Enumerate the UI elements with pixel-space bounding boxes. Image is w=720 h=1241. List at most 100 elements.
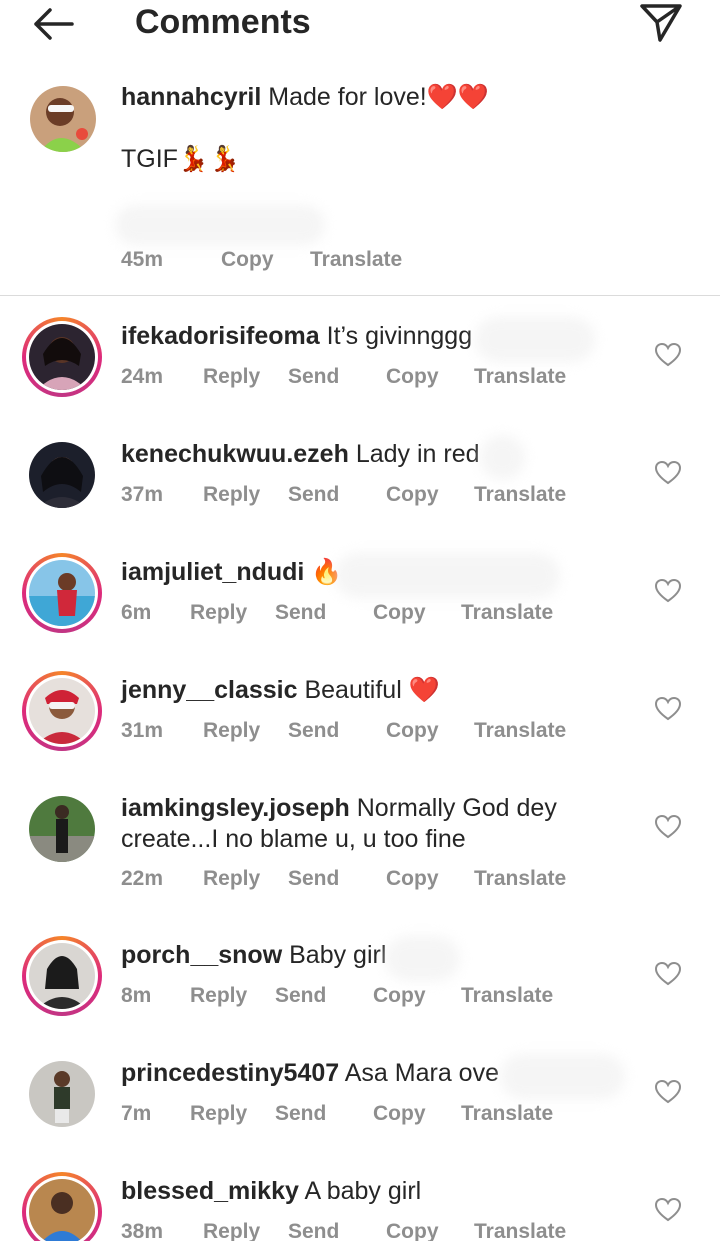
story-ring: [22, 553, 102, 633]
post-caption: hannahcyril Made for love!❤️❤️ TGIF💃💃 45…: [0, 70, 720, 296]
like-heart-icon[interactable]: [654, 814, 682, 840]
copy-button[interactable]: Copy: [386, 1220, 439, 1241]
comment-username[interactable]: ifekadorisifeoma: [121, 322, 320, 350]
back-arrow-icon[interactable]: [28, 2, 78, 46]
avatar[interactable]: [29, 560, 95, 626]
like-heart-icon[interactable]: [654, 696, 682, 722]
story-ring: [22, 671, 102, 751]
reply-button[interactable]: Reply: [203, 365, 260, 389]
like-heart-icon[interactable]: [654, 961, 682, 987]
comment-message: Asa Mara ove: [344, 1059, 499, 1087]
send-button[interactable]: Send: [288, 1220, 339, 1241]
send-button[interactable]: Send: [275, 601, 326, 625]
comment-text: iamkingsley.joseph Normally God dey: [121, 793, 557, 824]
comment-text: ifekadorisifeoma It’s givinnggg: [121, 321, 472, 352]
caption-time: 45m: [121, 248, 164, 271]
send-button[interactable]: Send: [288, 483, 339, 507]
comment-username[interactable]: iamjuliet_ndudi: [121, 558, 304, 586]
comment-item: blessed_mikky A baby girl 38m Reply Send…: [0, 1172, 720, 1241]
story-ring: [22, 936, 102, 1016]
comment-text: iamjuliet_ndudi 🔥: [121, 557, 342, 588]
comment-message: Beautiful ❤️: [304, 676, 440, 704]
avatar[interactable]: [30, 86, 96, 152]
copy-button[interactable]: Copy: [373, 1102, 426, 1126]
avatar[interactable]: [29, 442, 95, 508]
reply-button[interactable]: Reply: [190, 601, 247, 625]
translate-button[interactable]: Translate: [474, 1220, 566, 1241]
translate-button[interactable]: Translate: [461, 1102, 553, 1126]
like-heart-icon[interactable]: [654, 1197, 682, 1223]
translate-button[interactable]: Translate: [474, 867, 566, 891]
like-heart-icon[interactable]: [654, 1079, 682, 1105]
send-button[interactable]: Send: [288, 365, 339, 389]
translate-button[interactable]: Translate: [474, 365, 566, 389]
comment-time: 7m: [121, 1102, 152, 1125]
redacted-area: [500, 1054, 625, 1099]
reply-button[interactable]: Reply: [203, 1220, 260, 1241]
comment-username[interactable]: kenechukwuu.ezeh: [121, 440, 349, 468]
comment-message: It’s givinnggg: [326, 322, 473, 350]
story-ring: [22, 317, 102, 397]
comment-username[interactable]: blessed_mikky: [121, 1177, 299, 1205]
redacted-area: [475, 317, 595, 362]
reply-button[interactable]: Reply: [203, 719, 260, 743]
comment-message: Baby girl: [289, 941, 387, 969]
comment-time: 6m: [121, 601, 152, 624]
comment-text: jenny__classic Beautiful ❤️: [121, 675, 440, 706]
avatar[interactable]: [29, 796, 95, 862]
avatar[interactable]: [29, 1179, 95, 1241]
copy-button[interactable]: Copy: [386, 483, 439, 507]
comment-text: blessed_mikky A baby girl: [121, 1176, 421, 1207]
avatar[interactable]: [29, 324, 95, 390]
redacted-area: [480, 435, 525, 480]
copy-button[interactable]: Copy: [386, 719, 439, 743]
like-heart-icon[interactable]: [654, 342, 682, 368]
translate-button[interactable]: Translate: [461, 984, 553, 1008]
comment-time: 8m: [121, 984, 152, 1007]
copy-button[interactable]: Copy: [386, 867, 439, 891]
top-bar: Comments: [0, 0, 720, 60]
copy-button[interactable]: Copy: [221, 248, 274, 272]
comment-message: Lady in red: [355, 440, 480, 468]
caption-username[interactable]: hannahcyril: [121, 83, 261, 111]
caption-message: Made for love!❤️❤️: [268, 83, 489, 111]
redacted-area: [335, 553, 560, 598]
redacted-area: [385, 936, 460, 981]
comment-message-line2: create...I no blame u, u too fine: [121, 825, 466, 853]
translate-button[interactable]: Translate: [474, 483, 566, 507]
comment-username[interactable]: princedestiny5407: [121, 1059, 339, 1087]
like-heart-icon[interactable]: [654, 460, 682, 486]
avatar[interactable]: [29, 678, 95, 744]
send-button[interactable]: Send: [275, 984, 326, 1008]
comment-text: porch__snow Baby girl: [121, 940, 386, 971]
comment-time: 22m: [121, 867, 164, 890]
comment-username[interactable]: jenny__classic: [121, 676, 298, 704]
reply-button[interactable]: Reply: [190, 984, 247, 1008]
redacted-area: [115, 205, 325, 245]
caption-message-line2: TGIF💃💃: [121, 145, 241, 173]
like-heart-icon[interactable]: [654, 578, 682, 604]
comment-time: 37m: [121, 483, 164, 506]
reply-button[interactable]: Reply: [203, 867, 260, 891]
page-title: Comments: [135, 3, 311, 41]
direct-message-icon[interactable]: [636, 0, 684, 44]
reply-button[interactable]: Reply: [203, 483, 260, 507]
caption-text: hannahcyril Made for love!❤️❤️: [121, 82, 489, 113]
copy-button[interactable]: Copy: [386, 365, 439, 389]
story-ring: [22, 1172, 102, 1241]
comment-username[interactable]: porch__snow: [121, 941, 282, 969]
comment-message: Normally God dey: [356, 794, 557, 822]
avatar[interactable]: [29, 1061, 95, 1127]
comment-username[interactable]: iamkingsley.joseph: [121, 794, 350, 822]
translate-button[interactable]: Translate: [310, 248, 402, 272]
comment-text: princedestiny5407 Asa Mara ove: [121, 1058, 499, 1089]
reply-button[interactable]: Reply: [190, 1102, 247, 1126]
copy-button[interactable]: Copy: [373, 601, 426, 625]
send-button[interactable]: Send: [275, 1102, 326, 1126]
translate-button[interactable]: Translate: [474, 719, 566, 743]
send-button[interactable]: Send: [288, 867, 339, 891]
translate-button[interactable]: Translate: [461, 601, 553, 625]
send-button[interactable]: Send: [288, 719, 339, 743]
copy-button[interactable]: Copy: [373, 984, 426, 1008]
avatar[interactable]: [29, 943, 95, 1009]
